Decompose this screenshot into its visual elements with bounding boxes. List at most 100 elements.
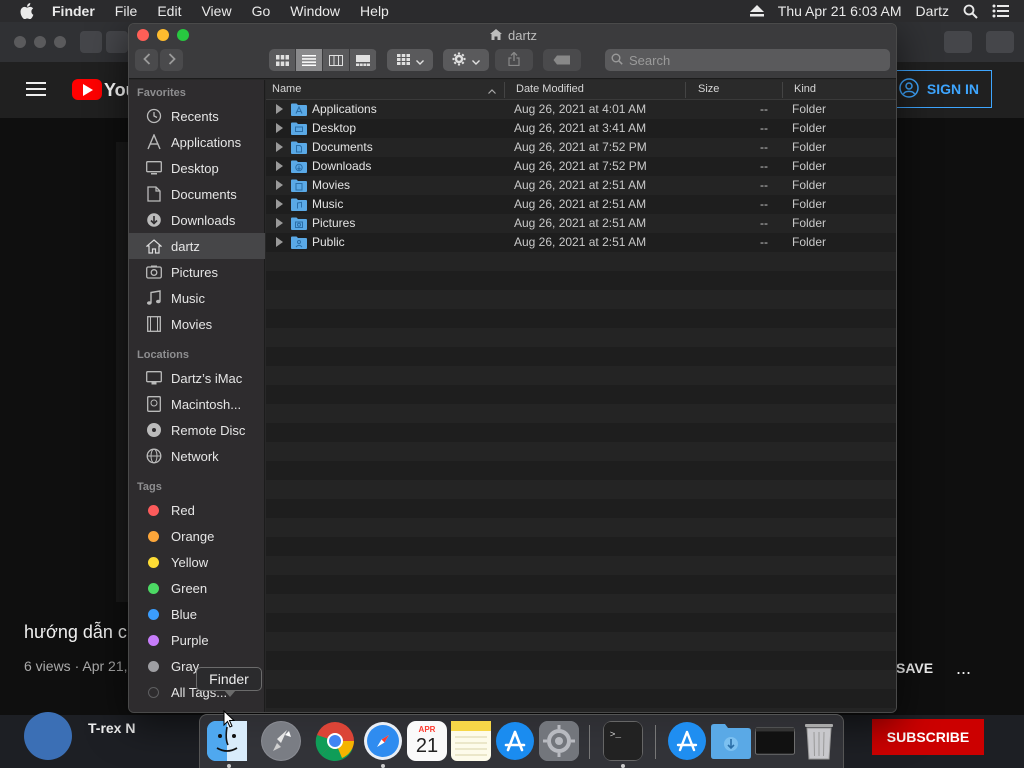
menu-file[interactable]: File [115, 3, 138, 19]
youtube-sign-in-button[interactable]: SIGN IN [892, 70, 992, 108]
sidebar-tag-blue[interactable]: Blue [129, 601, 265, 627]
menubar-clock[interactable]: Thu Apr 21 6:03 AM [778, 3, 902, 19]
subscribe-button[interactable]: SUBSCRIBE [872, 719, 984, 755]
app-store-icon[interactable] [495, 721, 535, 761]
control-center-icon[interactable] [992, 4, 1010, 18]
sidebar-item-network[interactable]: Network [129, 443, 265, 469]
imac-icon [145, 370, 163, 386]
sidebar-tag-yellow[interactable]: Yellow [129, 549, 265, 575]
browser-window-controls[interactable] [14, 36, 66, 48]
column-header-name[interactable]: Name [272, 83, 301, 95]
downloads-folder-icon[interactable] [711, 721, 751, 761]
action-menu-dropdown[interactable] [443, 49, 489, 71]
column-header-date[interactable]: Date Modified [516, 83, 584, 95]
calendar-icon[interactable]: APR 21 [407, 721, 447, 761]
file-row-music[interactable]: Music Aug 26, 2021 at 2:51 AM -- Folder [266, 195, 896, 214]
screen-window-icon[interactable] [755, 721, 795, 761]
column-header-size[interactable]: Size [698, 83, 719, 95]
search-input[interactable] [629, 52, 869, 68]
column-view-button[interactable] [323, 49, 350, 71]
file-row-public[interactable]: Public Aug 26, 2021 at 2:51 AM -- Folder [266, 233, 896, 252]
sidebar-item-downloads[interactable]: Downloads [129, 207, 265, 233]
notes-icon[interactable] [451, 721, 491, 761]
apple-menu-icon[interactable] [20, 3, 36, 19]
sidebar-item-recents[interactable]: Recents [129, 103, 265, 129]
youtube-logo-icon[interactable] [72, 79, 102, 100]
green-tag-icon [148, 582, 159, 594]
eject-icon[interactable] [749, 5, 764, 17]
sidebar-item-label: Downloads [171, 212, 236, 228]
share-button[interactable] [495, 49, 533, 71]
sidebar-item-applications[interactable]: Applications [129, 129, 265, 155]
menu-go[interactable]: Go [252, 3, 271, 19]
disclosure-triangle-icon[interactable] [276, 104, 283, 114]
hamburger-menu-icon[interactable] [26, 82, 46, 96]
sidebar-item-movies[interactable]: Movies [129, 311, 265, 337]
menubar-user[interactable]: Dartz [916, 3, 949, 19]
disclosure-triangle-icon[interactable] [276, 199, 283, 209]
file-row-movies[interactable]: Movies Aug 26, 2021 at 2:51 AM -- Folder [266, 176, 896, 195]
dock: APR 21 >_ [199, 714, 844, 768]
sidebar-tag-red[interactable]: Red [129, 497, 265, 523]
file-row-pictures[interactable]: Pictures Aug 26, 2021 at 2:51 AM -- Fold… [266, 214, 896, 233]
search-field[interactable] [605, 49, 890, 71]
column-divider[interactable] [685, 82, 686, 98]
menu-edit[interactable]: Edit [157, 3, 181, 19]
sidebar-tag-purple[interactable]: Purple [129, 627, 265, 653]
gallery-view-button[interactable] [350, 49, 377, 71]
disclosure-triangle-icon[interactable] [276, 218, 283, 228]
file-kind: Folder [792, 216, 827, 230]
menu-help[interactable]: Help [360, 3, 389, 19]
file-size: -- [760, 216, 768, 230]
disclosure-triangle-icon[interactable] [276, 180, 283, 190]
menu-view[interactable]: View [201, 3, 231, 19]
sidebar-item-remote-disc[interactable]: Remote Disc [129, 417, 265, 443]
disclosure-triangle-icon[interactable] [276, 142, 283, 152]
sidebar-tag-green[interactable]: Green [129, 575, 265, 601]
column-divider[interactable] [782, 82, 783, 98]
list-view-button[interactable] [296, 49, 323, 71]
menu-window[interactable]: Window [290, 3, 340, 19]
file-row-applications[interactable]: Applications Aug 26, 2021 at 4:01 AM -- … [266, 100, 896, 119]
save-button[interactable]: SAVE [896, 660, 933, 676]
system-preferences-icon[interactable] [539, 721, 579, 761]
applications-folder-icon[interactable] [667, 721, 707, 761]
sidebar-item-dartz[interactable]: dartz [129, 233, 265, 259]
edit-tags-button[interactable] [543, 49, 581, 71]
browser-nav-buttons[interactable] [80, 31, 128, 53]
column-divider[interactable] [504, 82, 505, 98]
column-header-kind[interactable]: Kind [794, 83, 816, 95]
terminal-icon[interactable]: >_ [603, 721, 643, 761]
more-options-icon[interactable]: ... [956, 658, 971, 679]
file-kind: Folder [792, 178, 827, 192]
sidebar-item-label: Macintosh... [171, 396, 242, 412]
trash-icon[interactable] [799, 721, 839, 761]
browser-toolbar-right[interactable] [944, 31, 1014, 53]
sidebar-item-imac[interactable]: Dartz’s iMac [129, 365, 265, 391]
sidebar-item-desktop[interactable]: Desktop [129, 155, 265, 181]
forward-button[interactable] [160, 49, 183, 71]
file-row-desktop[interactable]: Desktop Aug 26, 2021 at 3:41 AM -- Folde… [266, 119, 896, 138]
file-date: Aug 26, 2021 at 7:52 PM [514, 159, 647, 173]
disclosure-triangle-icon[interactable] [276, 161, 283, 171]
group-by-dropdown[interactable] [387, 49, 433, 71]
disc-icon [145, 422, 163, 438]
back-button[interactable] [135, 49, 158, 71]
sidebar-item-music[interactable]: Music [129, 285, 265, 311]
icon-view-button[interactable] [269, 49, 296, 71]
menu-app-name[interactable]: Finder [52, 3, 95, 19]
sidebar-tag-orange[interactable]: Orange [129, 523, 265, 549]
channel-avatar[interactable] [24, 712, 72, 760]
safari-icon[interactable] [363, 721, 403, 761]
sidebar-item-macintosh-hd[interactable]: Macintosh... [129, 391, 265, 417]
disclosure-triangle-icon[interactable] [276, 237, 283, 247]
disclosure-triangle-icon[interactable] [276, 123, 283, 133]
chrome-icon[interactable] [315, 721, 355, 761]
launchpad-icon[interactable] [261, 721, 301, 761]
spotlight-search-icon[interactable] [963, 4, 978, 19]
file-row-downloads[interactable]: Downloads Aug 26, 2021 at 7:52 PM -- Fol… [266, 157, 896, 176]
sidebar-item-pictures[interactable]: Pictures [129, 259, 265, 285]
channel-name[interactable]: T-rex N [88, 720, 135, 736]
file-row-documents[interactable]: Documents Aug 26, 2021 at 7:52 PM -- Fol… [266, 138, 896, 157]
sidebar-item-documents[interactable]: Documents [129, 181, 265, 207]
